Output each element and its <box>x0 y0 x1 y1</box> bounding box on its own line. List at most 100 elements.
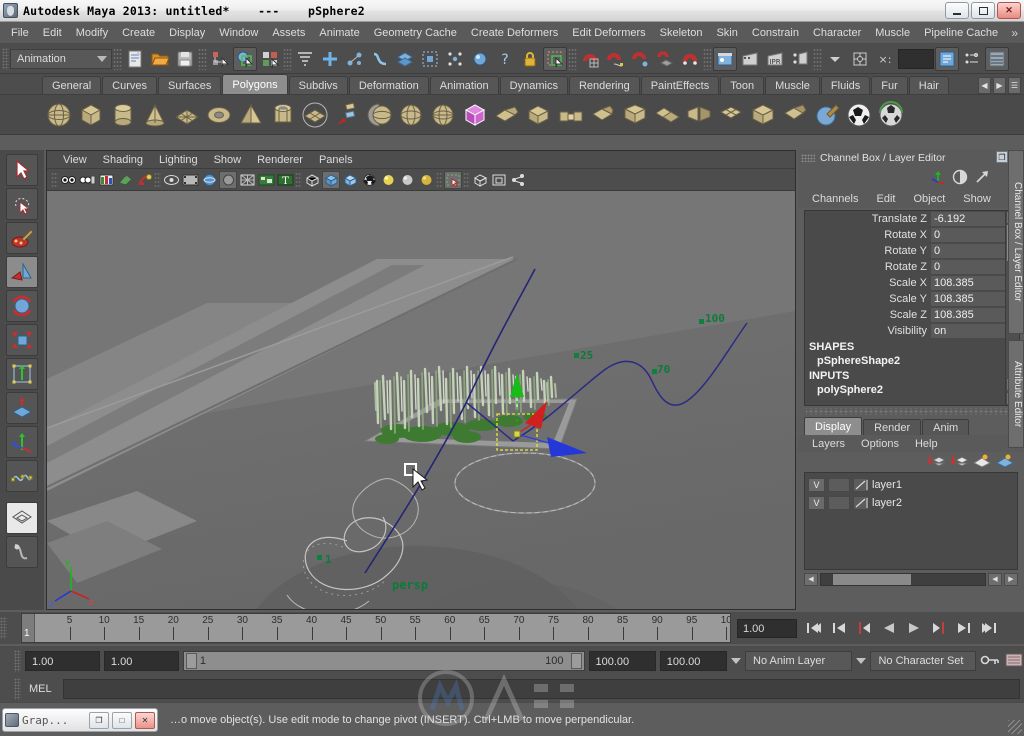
go-to-end-icon[interactable] <box>978 617 1000 639</box>
poly-sphere-half-icon[interactable] <box>364 100 394 130</box>
shelf-tab-fluids[interactable]: Fluids <box>820 76 871 94</box>
shelf-tab-muscle[interactable]: Muscle <box>765 76 820 94</box>
side-tab-channel-box[interactable]: Channel Box / Layer Editor <box>1008 150 1024 334</box>
panel-divider[interactable] <box>806 408 1016 415</box>
command-line-grip[interactable] <box>14 678 21 700</box>
render-settings-icon[interactable] <box>788 47 812 71</box>
shelf-tab-hair[interactable]: Hair <box>908 76 949 94</box>
wireframe-icon[interactable] <box>303 171 321 189</box>
menu-overflow-icon[interactable]: » <box>1011 26 1024 40</box>
status-field[interactable] <box>898 48 934 69</box>
anim-end-time-field[interactable]: 100.00 <box>659 651 728 671</box>
menu-edit-deformers[interactable]: Edit Deformers <box>565 25 652 41</box>
poly-duplicate-icon[interactable] <box>652 100 682 130</box>
layout-quad-icon[interactable] <box>6 502 38 534</box>
snap-curve-icon[interactable] <box>368 47 392 71</box>
resolution-gate-icon[interactable] <box>200 171 218 189</box>
command-line-input[interactable] <box>63 679 1020 699</box>
shelf-menu-icon[interactable]: ☰ <box>1008 77 1021 94</box>
poly-cylinder-icon[interactable] <box>108 100 138 130</box>
move-tool[interactable] <box>6 256 38 288</box>
ipr-render-icon[interactable]: IPR <box>763 47 787 71</box>
smooth-shade-icon[interactable] <box>322 170 340 189</box>
menu-file[interactable]: File <box>4 25 36 41</box>
poly-torus-icon[interactable] <box>204 100 234 130</box>
tab-display[interactable]: Display <box>804 417 863 435</box>
render-current-frame-icon[interactable] <box>738 47 762 71</box>
tool-settings-icon[interactable] <box>960 47 984 71</box>
select-by-component-icon[interactable] <box>258 47 282 71</box>
layer-menu-layers[interactable]: Layers <box>806 438 851 450</box>
channel-menu-show[interactable]: Show <box>955 192 999 206</box>
channel-menu-edit[interactable]: Edit <box>868 192 903 206</box>
text-overlay-icon[interactable]: T <box>276 171 294 189</box>
poly-prism-icon[interactable] <box>300 100 330 130</box>
channel-row[interactable]: Rotate X 0 <box>805 227 1019 243</box>
shelf-tab-subdivs[interactable]: Subdivs <box>288 76 348 94</box>
light-default-icon[interactable] <box>379 171 397 189</box>
poly-sphere-c-icon[interactable] <box>428 100 458 130</box>
soft-modification-tool[interactable] <box>6 392 38 424</box>
layer-options-a-icon[interactable] <box>972 454 992 471</box>
poly-pipe-icon[interactable] <box>268 100 298 130</box>
panel-grip[interactable] <box>801 154 815 162</box>
channel-row[interactable]: Translate Z -6.192 <box>805 211 1019 227</box>
menu-geometry-cache[interactable]: Geometry Cache <box>367 25 464 41</box>
poly-plane-icon[interactable] <box>172 100 202 130</box>
selection-filter-icon[interactable] <box>293 47 317 71</box>
gate-mask-icon[interactable] <box>219 170 237 189</box>
selection-mask-icon[interactable] <box>543 46 567 71</box>
attribute-editor-icon[interactable] <box>935 46 959 71</box>
universal-manipulator-tool[interactable] <box>6 358 38 390</box>
shelf-tab-curves[interactable]: Curves <box>102 76 157 94</box>
poly-helix-icon[interactable] <box>332 100 362 130</box>
image-plane-icon[interactable] <box>97 171 115 189</box>
menu-window[interactable]: Window <box>212 25 265 41</box>
viewport-3d-canvas[interactable]: 1 25 70 100 y x z persp <box>47 191 795 609</box>
select-camera-icon[interactable] <box>59 171 77 189</box>
close-button[interactable]: ✕ <box>135 711 155 729</box>
snap-magnet-live-icon[interactable] <box>678 47 702 71</box>
viewport-menu-panels[interactable]: Panels <box>311 153 361 167</box>
step-back-keyframe-icon[interactable] <box>828 617 850 639</box>
menu-create-deformers[interactable]: Create Deformers <box>464 25 565 41</box>
layer-row[interactable]: V layer2 <box>808 494 1014 512</box>
shelf-tab-fur[interactable]: Fur <box>871 76 908 94</box>
light-shadow-icon[interactable] <box>417 171 435 189</box>
chevron-down-icon[interactable] <box>731 658 742 664</box>
poly-sculpt-icon[interactable] <box>812 100 842 130</box>
anim-layer-combo[interactable]: No Anim Layer <box>745 651 853 671</box>
menu-edit[interactable]: Edit <box>36 25 69 41</box>
channel-row[interactable]: Rotate Y 0 <box>805 243 1019 259</box>
save-scene-icon[interactable] <box>173 47 197 71</box>
time-slider-grip[interactable] <box>0 617 7 639</box>
poly-smooth-icon[interactable] <box>716 100 746 130</box>
layer-list[interactable]: V layer1 V layer2 <box>804 472 1018 570</box>
layer-scrollbar-track[interactable] <box>820 572 986 586</box>
menu-create[interactable]: Create <box>115 25 162 41</box>
tab-render[interactable]: Render <box>863 419 922 435</box>
menu-set-selector[interactable]: Animation <box>10 48 112 69</box>
viewport-menu-lighting[interactable]: Lighting <box>151 153 206 167</box>
menu-animate[interactable]: Animate <box>312 25 366 41</box>
help-icon[interactable]: ? <box>493 47 517 71</box>
tab-anim[interactable]: Anim <box>922 419 970 435</box>
restore-button[interactable]: ❐ <box>89 711 109 729</box>
snap-magnet-point-icon[interactable] <box>628 47 652 71</box>
snap-view-plane-icon[interactable] <box>393 47 417 71</box>
step-forward-keyframe-icon[interactable] <box>953 617 975 639</box>
current-time-field[interactable]: 1.00 <box>737 618 797 638</box>
bookmark-icon[interactable] <box>135 171 153 189</box>
poly-append-icon[interactable] <box>588 100 618 130</box>
lock-icon[interactable] <box>518 47 542 71</box>
region-select-icon[interactable] <box>444 170 462 189</box>
menu-display[interactable]: Display <box>162 25 212 41</box>
menu-skeleton[interactable]: Skeleton <box>653 25 710 41</box>
graph-editor-window[interactable]: Grap... ❐ □ ✕ <box>2 708 158 732</box>
smooth-shade-all-icon[interactable] <box>341 171 359 189</box>
shelf-tab-dynamics[interactable]: Dynamics <box>499 76 568 94</box>
channel-list[interactable]: Translate Z -6.192 Rotate X 0 Rotate Y 0… <box>804 210 1020 406</box>
show-manipulator-tool[interactable] <box>6 426 38 458</box>
select-by-hierarchy-icon[interactable] <box>208 47 232 71</box>
undock-button[interactable]: ❐ <box>996 151 1008 163</box>
